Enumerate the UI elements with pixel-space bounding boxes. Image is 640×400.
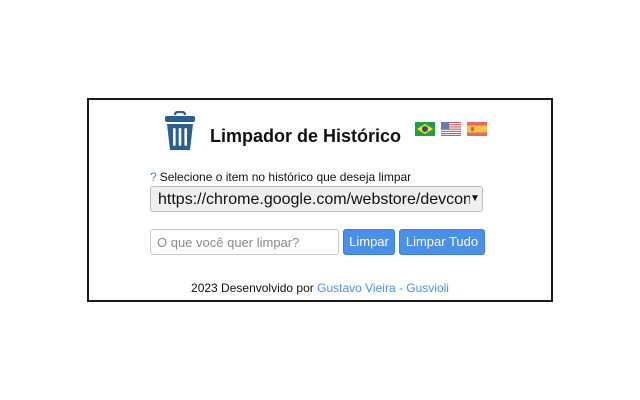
help-icon[interactable]: ? (150, 170, 157, 184)
clear-button[interactable]: Limpar (343, 229, 395, 255)
chevron-down-icon: ▼ (470, 193, 480, 204)
language-selector (415, 122, 487, 136)
history-select-label: ? Selecione o item no histórico que desej… (150, 170, 411, 184)
history-item-select[interactable]: https://chrome.google.com/webstore/devco… (150, 186, 483, 212)
usa-flag-icon[interactable] (441, 122, 461, 136)
search-input[interactable] (150, 229, 339, 255)
footer-text: 2023 Desenvolvido por (191, 281, 314, 295)
clear-all-button[interactable]: Limpar Tudo (399, 229, 485, 255)
page-title: Limpador de Histórico (210, 126, 402, 146)
footer: 2023 Desenvolvido por Gustavo Vieira - G… (89, 281, 551, 295)
trash-can-icon (165, 111, 195, 150)
author-link[interactable]: Gustavo Vieira - Gusvioli (317, 281, 449, 295)
history-select-label-text: Selecione o item no histórico que deseja… (159, 170, 412, 184)
spain-flag-icon[interactable] (467, 122, 487, 136)
extension-popup: Limpador de Histórico ? Selecione o item … (87, 98, 553, 302)
history-select-value: https://chrome.google.com/webstore/devco… (158, 191, 476, 208)
brazil-flag-icon[interactable] (415, 122, 435, 136)
